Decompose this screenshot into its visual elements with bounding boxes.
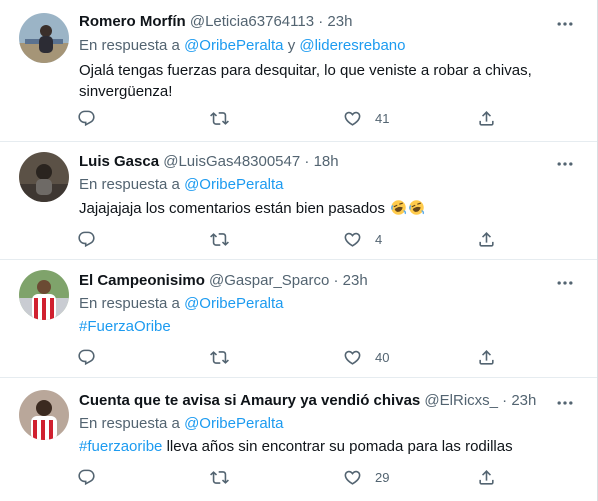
mention-link[interactable]: @OribePeralta	[184, 37, 283, 54]
action-bar: 4	[0, 228, 597, 250]
separator-dot: ·	[333, 272, 339, 289]
reply-prefix: En respuesta a	[79, 37, 180, 54]
tweet-text: Jajajajaja los comentarios están bien pa…	[79, 198, 579, 219]
timestamp[interactable]: 23h	[511, 392, 536, 409]
hashtag-link[interactable]: #fuerzaoribe	[79, 438, 162, 455]
like-icon	[343, 468, 362, 487]
separator-dot: ·	[304, 153, 310, 170]
reply-button[interactable]	[77, 107, 96, 129]
like-button[interactable]: 40	[343, 346, 389, 368]
reply-button[interactable]	[77, 466, 96, 488]
like-count: 40	[375, 349, 390, 365]
avatar[interactable]	[19, 152, 69, 202]
timestamp[interactable]: 23h	[343, 272, 368, 289]
tweet-reply[interactable]: Romero Morfín @Leticia63764113 · 23h En …	[0, 0, 597, 142]
tweet-reply[interactable]: Cuenta que te avisa si Amaury ya vendió …	[0, 378, 597, 501]
share-icon	[477, 109, 496, 128]
reply-icon	[77, 109, 96, 128]
tweet-header: Cuenta que te avisa si Amaury ya vendió …	[79, 391, 536, 411]
like-count: 4	[375, 231, 383, 247]
tweet-text: Ojalá tengas fuerzas para desquitar, lo …	[79, 60, 579, 102]
retweet-icon	[210, 468, 229, 487]
mention-link[interactable]: @OribePeralta	[184, 176, 283, 193]
more-icon[interactable]	[555, 154, 575, 174]
hashtag-link[interactable]: #FuerzaOribe	[79, 318, 171, 335]
tweet-text-line: sinvergüenza!	[79, 83, 173, 100]
share-button[interactable]	[477, 228, 496, 250]
reply-context: En respuesta a @OribePeralta	[79, 414, 284, 434]
tweet-text-line: lleva años sin encontrar su pomada para …	[166, 438, 513, 455]
display-name[interactable]: El Campeonisimo	[79, 272, 205, 289]
action-bar: 29	[0, 466, 597, 488]
retweet-icon	[210, 348, 229, 367]
replies-timeline: Romero Morfín @Leticia63764113 · 23h En …	[0, 0, 598, 501]
reply-prefix: En respuesta a	[79, 176, 180, 193]
reply-prefix: En respuesta a	[79, 415, 180, 432]
like-count: 29	[375, 469, 390, 485]
mention-link[interactable]: @OribePeralta	[184, 415, 283, 432]
user-handle[interactable]: @Gaspar_Sparco	[209, 272, 329, 289]
tweet-text-line: Jajajajaja los comentarios están bien pa…	[79, 200, 386, 217]
retweet-button[interactable]	[210, 346, 229, 368]
user-handle[interactable]: @LuisGas48300547	[163, 153, 300, 170]
reply-icon	[77, 468, 96, 487]
user-handle[interactable]: @ElRicxs_	[424, 392, 498, 409]
like-count: 41	[375, 110, 390, 126]
share-button[interactable]	[477, 107, 496, 129]
rofl-emoji	[390, 199, 407, 216]
reply-context: En respuesta a @OribePeralta	[79, 175, 284, 195]
retweet-icon	[210, 230, 229, 249]
tweet-header: Luis Gasca @LuisGas48300547 · 18h	[79, 152, 339, 172]
share-icon	[477, 348, 496, 367]
tweet-text-line: Ojalá tengas fuerzas para desquitar, lo …	[79, 62, 532, 79]
avatar[interactable]	[19, 390, 69, 440]
like-icon	[343, 348, 362, 367]
display-name[interactable]: Romero Morfín	[79, 13, 186, 30]
tweet-text: #fuerzaoribe lleva años sin encontrar su…	[79, 436, 579, 457]
tweet-reply[interactable]: Luis Gasca @LuisGas48300547 · 18h En res…	[0, 142, 597, 260]
more-icon[interactable]	[555, 14, 575, 34]
separator-dot: ·	[318, 13, 324, 30]
retweet-button[interactable]	[210, 228, 229, 250]
reply-context: En respuesta a @OribePeralta y @lideresr…	[79, 36, 405, 56]
timestamp[interactable]: 23h	[327, 13, 352, 30]
reply-conjunction: y	[287, 37, 296, 54]
share-button[interactable]	[477, 466, 496, 488]
share-icon	[477, 468, 496, 487]
like-button[interactable]: 29	[343, 466, 389, 488]
mention-link[interactable]: @OribePeralta	[184, 295, 283, 312]
action-bar: 41	[0, 107, 597, 129]
like-button[interactable]: 4	[343, 228, 382, 250]
action-bar: 40	[0, 346, 597, 368]
separator-dot: ·	[502, 392, 508, 409]
avatar[interactable]	[19, 13, 69, 63]
like-icon	[343, 230, 362, 249]
rofl-emoji	[408, 199, 425, 216]
reply-context: En respuesta a @OribePeralta	[79, 294, 284, 314]
retweet-button[interactable]	[210, 466, 229, 488]
tweet-text: #FuerzaOribe	[79, 316, 579, 337]
like-icon	[343, 109, 362, 128]
tweet-header: El Campeonisimo @Gaspar_Sparco · 23h	[79, 271, 368, 291]
retweet-icon	[210, 109, 229, 128]
tweet-reply[interactable]: El Campeonisimo @Gaspar_Sparco · 23h En …	[0, 260, 597, 378]
reply-button[interactable]	[77, 228, 96, 250]
reply-button[interactable]	[77, 346, 96, 368]
timestamp[interactable]: 18h	[314, 153, 339, 170]
display-name[interactable]: Luis Gasca	[79, 153, 159, 170]
mention-link[interactable]: @lideresrebano	[299, 37, 405, 54]
user-handle[interactable]: @Leticia63764113	[190, 13, 314, 30]
like-button[interactable]: 41	[343, 107, 389, 129]
share-button[interactable]	[477, 346, 496, 368]
display-name[interactable]: Cuenta que te avisa si Amaury ya vendió …	[79, 392, 420, 409]
reply-icon	[77, 230, 96, 249]
retweet-button[interactable]	[210, 107, 229, 129]
reply-icon	[77, 348, 96, 367]
reply-prefix: En respuesta a	[79, 295, 180, 312]
share-icon	[477, 230, 496, 249]
more-icon[interactable]	[555, 393, 575, 413]
avatar[interactable]	[19, 270, 69, 320]
tweet-header: Romero Morfín @Leticia63764113 · 23h	[79, 12, 352, 32]
more-icon[interactable]	[555, 273, 575, 293]
